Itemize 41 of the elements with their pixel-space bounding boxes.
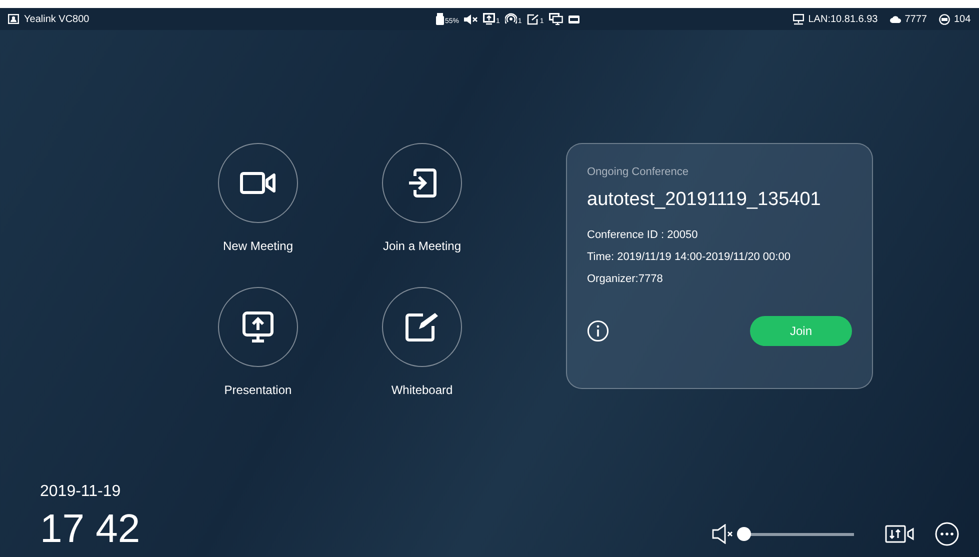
conference-id: Conference ID : 20050	[587, 229, 699, 241]
dual-monitor-icon	[548, 13, 563, 25]
action-label: Whiteboard	[391, 383, 453, 397]
cloud-account: 7777	[904, 14, 927, 24]
action-button[interactable]	[382, 143, 462, 223]
sign-in-icon	[407, 168, 437, 198]
date-text: 2019-11-19	[40, 483, 122, 501]
vga-port-icon	[568, 14, 580, 24]
join-button[interactable]: Join	[750, 316, 852, 346]
sip-account: 104	[954, 14, 971, 24]
action-label: Presentation	[224, 383, 292, 397]
more-icon	[935, 522, 959, 546]
video-camera-icon	[240, 172, 276, 194]
info-icon[interactable]	[587, 320, 609, 342]
network-icon	[793, 14, 804, 24]
cloud-icon	[890, 15, 901, 23]
edit-box-icon	[526, 14, 539, 24]
conference-time: Time: 2019/11/19 14:00-2019/11/20 00:00	[587, 251, 792, 263]
wireless-icon	[504, 13, 517, 25]
action-button[interactable]	[382, 287, 462, 367]
screen-share-icon	[242, 311, 274, 343]
conference-organizer: Organizer:7778	[587, 273, 664, 285]
card-heading: Ongoing Conference	[587, 166, 690, 178]
device-name: Yealink VC800	[24, 14, 90, 24]
action-label: New Meeting	[222, 239, 294, 253]
speaker-mute-icon	[464, 14, 478, 24]
screen-share-icon	[483, 13, 496, 25]
sip-icon	[939, 14, 950, 24]
camera-control-button[interactable]	[885, 525, 915, 543]
network-address: LAN:10.81.6.93	[808, 14, 878, 24]
volume-thumb[interactable]	[737, 527, 752, 541]
action-button[interactable]	[218, 143, 298, 223]
edit-box-icon	[405, 312, 439, 342]
action-label: Join a Meeting	[382, 239, 462, 253]
conference-name: autotest_20191119_135401	[587, 189, 822, 211]
contact-card-icon	[8, 14, 19, 24]
action-button[interactable]	[218, 287, 298, 367]
clock-time: 17 42	[40, 507, 140, 552]
usb-drive-icon	[436, 13, 444, 25]
camera-adjust-icon	[885, 525, 915, 543]
more-button[interactable]	[935, 522, 959, 546]
